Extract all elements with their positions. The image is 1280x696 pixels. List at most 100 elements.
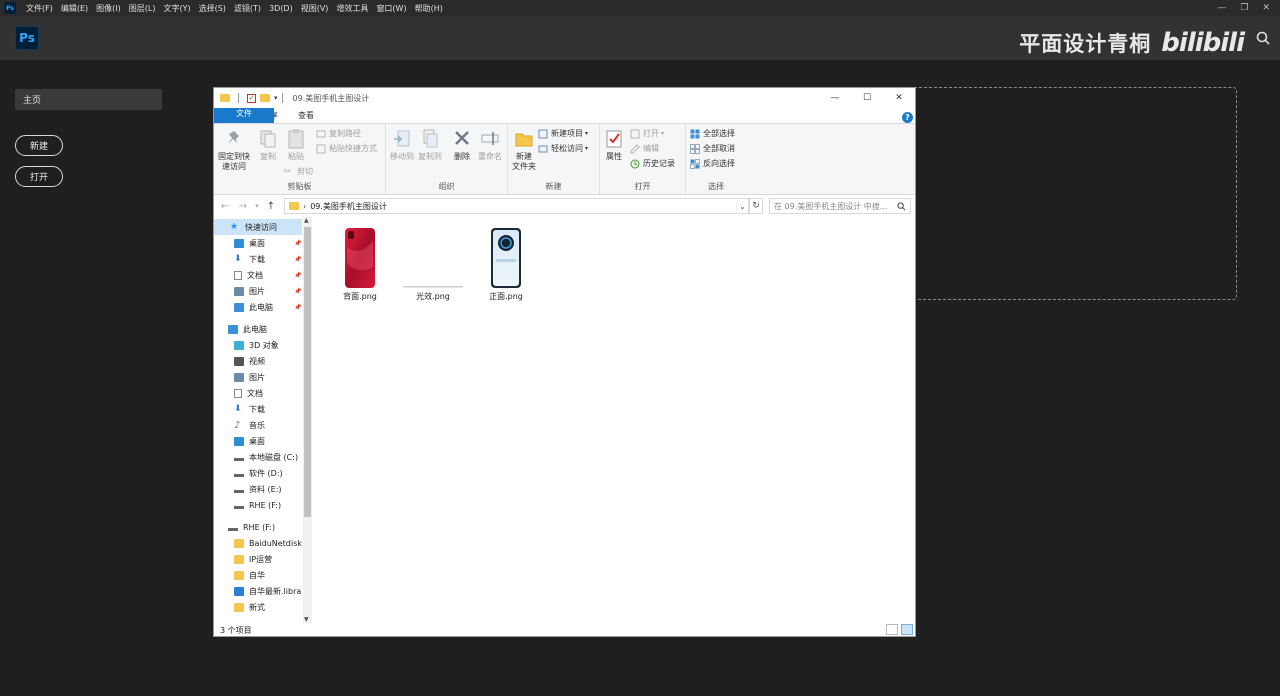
refresh-button[interactable]: ↻ <box>749 198 763 214</box>
nav-item[interactable]: 图片 📌 <box>214 283 302 299</box>
nav-item[interactable]: 桌面 <box>214 433 302 449</box>
file-item[interactable]: 光效.png <box>403 227 463 302</box>
nav-item[interactable]: 本地磁盘 (C:) <box>214 449 302 465</box>
menu-plugins[interactable]: 增效工具 <box>332 3 372 14</box>
select-none-button[interactable]: 全部取消 <box>690 143 735 154</box>
nav-item[interactable]: 新式 <box>214 599 302 615</box>
move-to-button[interactable]: 移动到 <box>390 128 414 162</box>
nav-item[interactable]: ★ 快速访问 <box>214 219 302 235</box>
tab-view[interactable]: 查看 <box>288 108 324 123</box>
new-item-button[interactable]: 新建项目 ▾ <box>538 128 588 139</box>
large-icons-view-icon[interactable] <box>901 624 913 635</box>
scroll-up-icon[interactable]: ▲ <box>304 217 309 224</box>
recent-chevron-icon[interactable]: ▾ <box>254 202 260 210</box>
menu-help[interactable]: 帮助(H) <box>411 3 447 14</box>
copy-path-button[interactable]: 复制路径 <box>316 128 361 139</box>
nav-item[interactable]: 视频 <box>214 353 302 369</box>
nav-item[interactable]: IP运营 <box>214 551 302 567</box>
up-arrow-icon[interactable]: ↑ <box>264 201 278 212</box>
paste-shortcut-button[interactable]: 粘贴快捷方式 <box>316 143 377 154</box>
open-button-explorer[interactable]: 打开 ▾ <box>630 128 664 139</box>
select-all-button[interactable]: 全部选择 <box>690 128 735 139</box>
minimize-icon[interactable]: — <box>819 93 851 103</box>
search-icon[interactable] <box>1256 31 1270 45</box>
nav-item[interactable]: 自华 <box>214 567 302 583</box>
scroll-down-icon[interactable]: ▼ <box>304 616 309 623</box>
drop-zone[interactable] <box>914 87 1237 300</box>
cut-button[interactable]: ✂ 剪切 <box>284 166 313 177</box>
open-button[interactable]: 打开 <box>15 166 63 187</box>
help-icon[interactable]: ? <box>902 112 913 123</box>
new-folder-button[interactable]: 新建 文件夹 <box>512 128 536 172</box>
chevron-down-icon[interactable]: ⌄ <box>736 201 748 211</box>
file-item[interactable]: 正面.png <box>476 227 536 302</box>
menu-3d[interactable]: 3D(D) <box>265 4 297 13</box>
chevron-right-icon[interactable]: › <box>303 202 306 211</box>
menu-image[interactable]: 图像(I) <box>92 3 125 14</box>
nav-item[interactable]: ⬇ 下载 📌 <box>214 251 302 267</box>
menu-select[interactable]: 选择(S) <box>195 3 230 14</box>
nav-item[interactable]: 软件 (D:) <box>214 465 302 481</box>
home-nav-item[interactable]: 主页 <box>15 89 162 110</box>
menu-view[interactable]: 视图(V) <box>297 3 333 14</box>
nav-item[interactable]: 此电脑 <box>214 321 302 337</box>
close-icon[interactable]: ✕ <box>883 93 915 103</box>
photoshop-logo: Ps <box>15 26 39 50</box>
new-button[interactable]: 新建 <box>15 135 63 156</box>
nav-item[interactable]: 资料 (E:) <box>214 481 302 497</box>
delete-button[interactable]: 删除 <box>452 128 472 162</box>
nav-item[interactable]: BaiduNetdisk <box>214 535 302 551</box>
nav-item[interactable]: ⬇ 下载 <box>214 401 302 417</box>
tab-file[interactable]: 文件 <box>214 108 274 123</box>
minimize-icon[interactable]: — <box>1217 3 1226 13</box>
rename-button[interactable]: 重命名 <box>478 128 502 162</box>
menu-filter[interactable]: 滤镜(T) <box>230 3 265 14</box>
drive-icon <box>234 455 244 461</box>
copy-button[interactable]: 复制 <box>258 128 278 162</box>
maximize-icon[interactable]: ☐ <box>851 93 883 103</box>
properties-icon <box>606 130 622 148</box>
restore-icon[interactable]: ❐ <box>1240 3 1248 13</box>
pin-quick-access-button[interactable]: 固定到快 速访问 <box>218 128 250 172</box>
forward-arrow-icon[interactable]: → <box>236 201 250 212</box>
menu-type[interactable]: 文字(Y) <box>159 3 194 14</box>
nav-item[interactable]: 3D 对象 <box>214 337 302 353</box>
search-input[interactable]: 在 09.美图手机主图设计 中搜... <box>769 198 911 214</box>
nav-item[interactable]: RHE (F:) <box>214 497 302 513</box>
nav-item[interactable]: 文档 📌 <box>214 267 302 283</box>
new-folder-quick-icon[interactable] <box>260 94 270 102</box>
close-icon[interactable]: ✕ <box>1262 3 1270 13</box>
invert-selection-button[interactable]: 反向选择 <box>690 158 735 169</box>
nav-item[interactable]: 桌面 📌 <box>214 235 302 251</box>
customize-toolbar-icon[interactable]: ▾ <box>274 94 278 102</box>
edit-button[interactable]: 编辑 <box>630 143 659 154</box>
nav-item[interactable]: RHE (F:) <box>214 519 302 535</box>
file-item[interactable]: 背面.png <box>330 227 390 302</box>
menu-file[interactable]: 文件(F) <box>22 3 57 14</box>
easy-access-button[interactable]: 轻松访问 ▾ <box>538 143 588 154</box>
menu-window[interactable]: 窗口(W) <box>372 3 410 14</box>
search-icon <box>897 201 906 210</box>
menu-edit[interactable]: 编辑(E) <box>57 3 92 14</box>
nav-item[interactable]: 自华最新.libra <box>214 583 302 599</box>
paste-button[interactable]: 粘贴 <box>286 128 306 162</box>
menu-layer[interactable]: 图层(L) <box>125 3 160 14</box>
properties-quick-icon[interactable]: ✓ <box>247 93 256 103</box>
folder-icon <box>234 602 244 612</box>
nav-scrollbar[interactable]: ▲ ▼ <box>303 217 312 623</box>
folder-icon <box>234 570 244 580</box>
history-button[interactable]: 历史记录 <box>630 158 675 169</box>
properties-button[interactable]: 属性 <box>604 128 624 162</box>
item-count: 3 个项目 <box>220 625 252 635</box>
scrollbar-thumb[interactable] <box>304 227 311 517</box>
nav-item[interactable]: ♪ 音乐 <box>214 417 302 433</box>
address-input[interactable]: › 09.美图手机主图设计 ⌄ <box>284 198 749 214</box>
copy-to-icon <box>423 129 438 148</box>
details-view-icon[interactable] <box>886 624 898 635</box>
copy-to-button[interactable]: 复制到 <box>418 128 442 162</box>
back-arrow-icon[interactable]: ← <box>218 201 232 212</box>
nav-item[interactable]: 此电脑 📌 <box>214 299 302 315</box>
photoshop-icon[interactable]: Ps <box>4 2 16 14</box>
nav-item[interactable]: 文档 <box>214 385 302 401</box>
nav-item[interactable]: 图片 <box>214 369 302 385</box>
